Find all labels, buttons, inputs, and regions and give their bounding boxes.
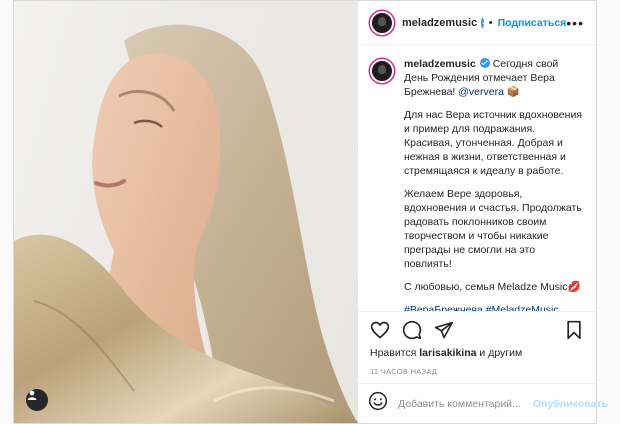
likes-suffix[interactable]: и другим: [479, 347, 522, 359]
likes-prefix: Нравится: [370, 347, 417, 359]
likes-user[interactable]: larisakikina: [419, 347, 476, 359]
post-username[interactable]: meladzemusic: [402, 17, 477, 29]
instagram-post: meladzemusic • Подписаться ••• meladzemu…: [13, 0, 608, 424]
post-timestamp[interactable]: 11 ЧАСОВ НАЗАД: [358, 363, 596, 383]
caption-paragraph-3: Желаем Вере здоровья, вдохновения и счас…: [404, 188, 582, 270]
post-header: meladzemusic • Подписаться •••: [358, 1, 596, 45]
hashtags-link[interactable]: #ВераБрежнева #MeladzeMusic: [404, 303, 584, 311]
caption-verified-icon: [479, 58, 490, 68]
post-sidebar: meladzemusic • Подписаться ••• meladzemu…: [358, 1, 608, 423]
post-caption: meladzemusic Сегодня свой День Рождения …: [358, 45, 596, 311]
caption-paragraph-4: С любовью, семья Meladze Music: [404, 281, 568, 293]
caption-text: meladzemusic Сегодня свой День Рождения …: [404, 57, 584, 311]
mention-link[interactable]: @ververa: [458, 86, 504, 98]
post-actions: [358, 311, 596, 347]
share-icon[interactable]: [432, 318, 456, 342]
caption-username[interactable]: meladzemusic: [404, 58, 476, 70]
more-options-icon[interactable]: •••: [566, 15, 584, 31]
follow-button[interactable]: Подписаться: [498, 17, 567, 29]
emoji-icon[interactable]: [368, 391, 388, 416]
lips-emoji: 💋: [567, 281, 581, 293]
post-photo[interactable]: [14, 1, 358, 423]
avatar[interactable]: [370, 10, 394, 35]
portrait-image: [14, 24, 358, 423]
likes-line: Нравится larisakikina и другим: [358, 347, 596, 363]
user-tag-icon[interactable]: [26, 389, 48, 411]
like-icon[interactable]: [368, 318, 392, 342]
separator-dot: •: [488, 16, 493, 29]
publish-button[interactable]: Опубликовать: [533, 398, 608, 410]
caption-paragraph-2: Для нас Вера источник вдохновения и прим…: [404, 109, 582, 177]
comment-icon[interactable]: [400, 318, 424, 342]
caption-avatar[interactable]: [370, 59, 394, 83]
comment-bar: Опубликовать: [358, 383, 608, 423]
bookmark-icon[interactable]: [562, 318, 586, 342]
verified-icon: [481, 17, 484, 28]
gift-emoji: 📦: [506, 86, 520, 98]
comment-input[interactable]: [398, 397, 533, 410]
